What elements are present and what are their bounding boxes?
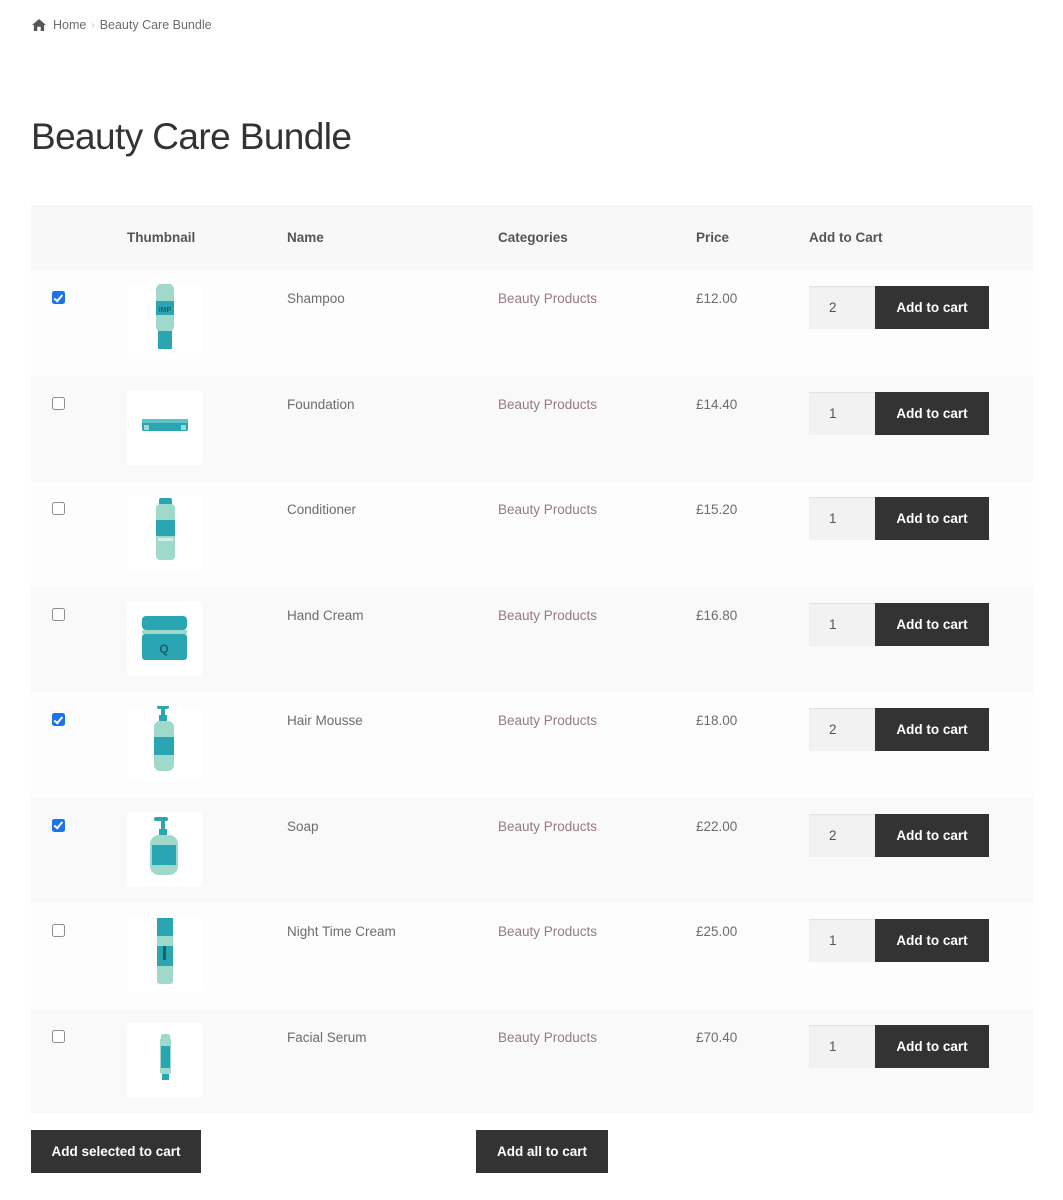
foundation-compact-icon: [127, 390, 202, 465]
add-selected-to-cart-button[interactable]: Add selected to cart: [31, 1130, 201, 1173]
product-price: £15.20: [696, 502, 738, 517]
product-category-link[interactable]: Beauty Products: [498, 291, 597, 306]
quantity-input[interactable]: [809, 497, 875, 540]
table-row: Facial Serum Beauty Products £70.40 Add …: [31, 1008, 1033, 1114]
product-price: £12.00: [696, 291, 738, 306]
product-price: £70.40: [696, 1029, 738, 1045]
product-name: Shampoo: [287, 291, 345, 306]
select-checkbox[interactable]: [52, 502, 65, 515]
table-header: Thumbnail Name Categories Price Add to C…: [31, 205, 1033, 270]
page-title: Beauty Care Bundle: [31, 116, 352, 157]
header-add-to-cart: Add to Cart: [809, 230, 883, 245]
product-name: Hair Mousse: [287, 713, 363, 728]
quantity-input[interactable]: [809, 286, 875, 329]
svg-text:Q: Q: [159, 642, 168, 656]
breadcrumb-home-link[interactable]: Home: [53, 18, 86, 32]
product-thumbnail[interactable]: [127, 389, 202, 465]
product-name: Night Time Cream: [287, 924, 396, 939]
shampoo-bottle-icon: IMP: [127, 284, 202, 359]
add-to-cart-button[interactable]: Add to cart: [875, 286, 989, 329]
add-to-cart-button[interactable]: Add to cart: [875, 919, 989, 962]
quantity-input[interactable]: [809, 391, 875, 435]
product-price: £18.00: [696, 713, 738, 728]
quantity-input[interactable]: [809, 1024, 875, 1068]
header-price: Price: [696, 230, 730, 245]
soap-pump-bottle-icon: [127, 812, 202, 887]
product-name: Conditioner: [287, 502, 357, 517]
select-checkbox[interactable]: [52, 291, 65, 304]
header-name: Name: [287, 230, 324, 245]
quantity-input[interactable]: [809, 602, 875, 646]
bundle-products-table: Thumbnail Name Categories Price Add to C…: [31, 205, 1033, 1114]
select-checkbox[interactable]: [52, 713, 65, 726]
add-to-cart-button[interactable]: Add to cart: [875, 497, 989, 540]
breadcrumb: Home › Beauty Care Bundle: [32, 18, 212, 32]
header-categories: Categories: [498, 230, 568, 245]
conditioner-bottle-icon: [127, 495, 202, 570]
table-row: Conditioner Beauty Products £15.20 Add t…: [31, 481, 1033, 587]
add-all-to-cart-button[interactable]: Add all to cart: [476, 1130, 608, 1173]
product-name: Soap: [287, 818, 319, 834]
table-row: Soap Beauty Products £22.00 Add to cart: [31, 797, 1033, 903]
quantity-input[interactable]: [809, 813, 875, 857]
product-thumbnail[interactable]: Q: [127, 600, 202, 676]
table-body: IMP Shampoo Beauty Products £12.00 Add t…: [31, 270, 1033, 1114]
product-category-link[interactable]: Beauty Products: [498, 819, 597, 834]
home-icon: [32, 19, 46, 31]
mousse-pump-bottle-icon: [127, 706, 202, 781]
product-category-link[interactable]: Beauty Products: [498, 924, 597, 939]
header-thumbnail: Thumbnail: [127, 230, 196, 245]
select-checkbox[interactable]: [52, 396, 65, 410]
table-row: IMP Shampoo Beauty Products £12.00 Add t…: [31, 270, 1033, 376]
product-thumbnail[interactable]: [127, 1022, 202, 1098]
select-checkbox[interactable]: [52, 924, 65, 937]
select-checkbox[interactable]: [52, 818, 65, 832]
select-checkbox[interactable]: [52, 607, 65, 621]
add-to-cart-button[interactable]: Add to cart: [875, 602, 989, 646]
select-checkbox[interactable]: [52, 1029, 65, 1043]
product-price: £14.40: [696, 396, 738, 412]
product-thumbnail[interactable]: [127, 917, 202, 992]
product-category-link[interactable]: Beauty Products: [498, 608, 597, 623]
table-row: Q Hand Cream Beauty Products £16.80 Add …: [31, 586, 1033, 692]
serum-tube-icon: [127, 1023, 202, 1098]
product-price: £16.80: [696, 607, 738, 623]
product-category-link[interactable]: Beauty Products: [498, 502, 597, 517]
table-row: Night Time Cream Beauty Products £25.00 …: [31, 903, 1033, 1009]
table-row: Hair Mousse Beauty Products £18.00 Add t…: [31, 692, 1033, 798]
hand-cream-jar-icon: Q: [127, 601, 202, 676]
product-category-link[interactable]: Beauty Products: [498, 397, 597, 412]
cream-tube-tall-icon: [127, 917, 202, 992]
add-to-cart-button[interactable]: Add to cart: [875, 708, 989, 751]
product-category-link[interactable]: Beauty Products: [498, 1030, 597, 1045]
breadcrumb-current: Beauty Care Bundle: [99, 18, 212, 32]
product-price: £25.00: [696, 924, 738, 939]
add-to-cart-button[interactable]: Add to cart: [875, 813, 989, 857]
add-to-cart-button[interactable]: Add to cart: [875, 391, 989, 435]
product-thumbnail[interactable]: IMP: [127, 284, 202, 359]
product-price: £22.00: [696, 818, 738, 834]
product-thumbnail[interactable]: [127, 811, 202, 887]
table-row: Foundation Beauty Products £14.40 Add to…: [31, 375, 1033, 481]
product-category-link[interactable]: Beauty Products: [498, 713, 597, 728]
svg-text:IMP: IMP: [159, 307, 172, 314]
product-name: Hand Cream: [287, 607, 364, 623]
product-thumbnail[interactable]: [127, 495, 202, 570]
add-to-cart-button[interactable]: Add to cart: [875, 1024, 989, 1068]
breadcrumb-separator: ›: [91, 19, 95, 31]
product-thumbnail[interactable]: [127, 706, 202, 781]
product-name: Foundation: [287, 396, 355, 412]
quantity-input[interactable]: [809, 919, 875, 962]
quantity-input[interactable]: [809, 708, 875, 751]
product-name: Facial Serum: [287, 1029, 367, 1045]
